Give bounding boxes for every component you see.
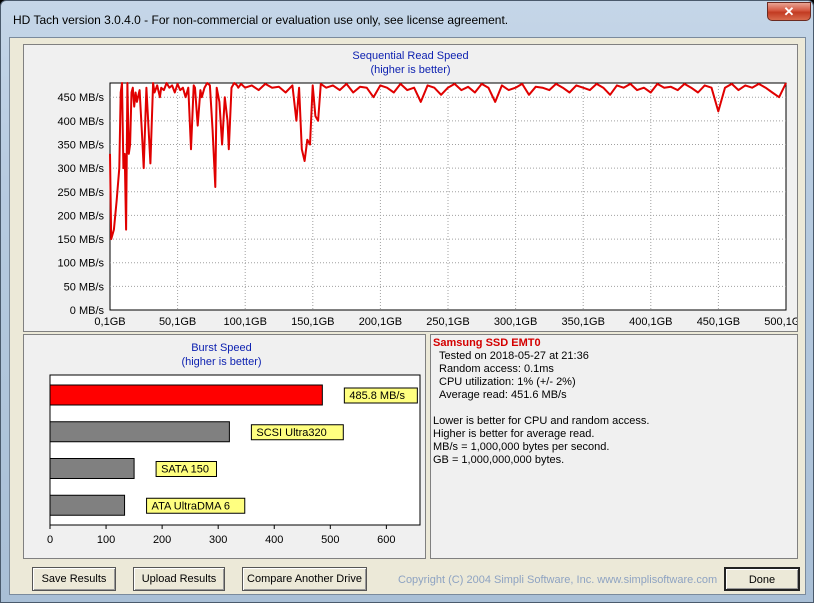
seq-x-tick-label: 100,1GB xyxy=(223,316,266,328)
tested-on-text: Tested on 2018-05-27 at 21:36 xyxy=(439,350,589,362)
average-read-text: Average read: 451.6 MB/s xyxy=(439,389,567,401)
seq-y-tick-label: 200 MB/s xyxy=(58,210,105,222)
burst-x-tick-label: 300 xyxy=(209,534,227,546)
burst-bar xyxy=(49,421,230,443)
window-title: HD Tach version 3.0.4.0 - For non-commer… xyxy=(13,13,509,27)
sequential-read-chart: 0 MB/s50 MB/s100 MB/s150 MB/s200 MB/s250… xyxy=(58,82,797,328)
drive-info-panel: Samsung SSD EMT0 Tested on 2018-05-27 at… xyxy=(430,334,798,559)
note-higher-better: Higher is better for average read. xyxy=(433,428,595,440)
random-access-text: Random access: 0.1ms xyxy=(439,363,554,375)
burst-bar xyxy=(49,384,323,406)
title-bar: HD Tach version 3.0.4.0 - For non-commer… xyxy=(1,1,813,37)
seq-x-tick-label: 150,1GB xyxy=(291,316,334,328)
seq-x-tick-label: 400,1GB xyxy=(629,316,672,328)
seq-y-tick-label: 100 MB/s xyxy=(58,258,105,270)
seq-x-tick-label: 0,1GB xyxy=(94,316,125,328)
seq-y-tick-label: 150 MB/s xyxy=(58,234,105,246)
burst-x-tick-label: 500 xyxy=(321,534,339,546)
seq-x-tick-label: 250,1GB xyxy=(426,316,469,328)
note-mbs-definition: MB/s = 1,000,000 bytes per second. xyxy=(433,441,610,453)
sequential-read-panel: Sequential Read Speed (higher is better)… xyxy=(23,44,798,332)
burst-bar xyxy=(49,458,135,479)
done-button[interactable]: Done xyxy=(724,567,800,591)
seq-y-tick-label: 250 MB/s xyxy=(58,187,105,199)
seq-x-tick-label: 350,1GB xyxy=(561,316,604,328)
app-window: HD Tach version 3.0.4.0 - For non-commer… xyxy=(0,0,814,603)
burst-x-tick-label: 200 xyxy=(153,534,171,546)
seq-x-tick-label: 50,1GB xyxy=(159,316,196,328)
client-area: Sequential Read Speed (higher is better)… xyxy=(9,37,806,595)
burst-x-tick-label: 600 xyxy=(377,534,395,546)
seq-x-tick-label: 300,1GB xyxy=(494,316,537,328)
cpu-utilization-text: CPU utilization: 1% (+/- 2%) xyxy=(439,376,576,388)
seq-x-tick-label: 450,1GB xyxy=(697,316,740,328)
burst-speed-chart: 0 100 200 300 400 500 600 485.8 MB/s SCSI Ultra3… xyxy=(47,374,421,546)
compare-another-drive-button[interactable]: Compare Another Drive xyxy=(242,567,367,591)
seq-x-tick-label: 500,1GB xyxy=(764,316,797,328)
note-gb-definition: GB = 1,000,000,000 bytes. xyxy=(433,454,565,466)
seq-y-tick-label: 50 MB/s xyxy=(64,281,105,293)
burst-x-tick-label: 0 xyxy=(47,534,53,546)
seq-y-tick-label: 350 MB/s xyxy=(58,139,105,151)
seq-x-tick-label: 200,1GB xyxy=(359,316,402,328)
drive-name: Samsung SSD EMT0 xyxy=(433,337,541,349)
seq-y-tick-label: 300 MB/s xyxy=(58,163,105,175)
note-lower-better: Lower is better for CPU and random acces… xyxy=(433,415,650,427)
burst-bar-label: SCSI Ultra320 xyxy=(256,427,326,439)
close-button[interactable]: ✕ xyxy=(767,2,811,21)
copyright-text: Copyright (C) 2004 Simpli Software, Inc.… xyxy=(398,574,718,586)
burst-bar-label: ATA UltraDMA 6 xyxy=(152,500,230,512)
burst-x-tick-label: 400 xyxy=(265,534,283,546)
burst-bar-label: 485.8 MB/s xyxy=(349,390,405,402)
upload-results-button[interactable]: Upload Results xyxy=(133,567,225,591)
burst-bar-label: SATA 150 xyxy=(161,464,209,476)
seq-y-tick-label: 400 MB/s xyxy=(58,116,105,128)
burst-speed-panel: Burst Speed (higher is better) 0 100 200 30… xyxy=(23,334,426,559)
burst-bar xyxy=(49,494,126,516)
seq-y-tick-label: 450 MB/s xyxy=(58,92,105,104)
burst-x-tick-label: 100 xyxy=(97,534,115,546)
save-results-button[interactable]: Save Results xyxy=(32,567,116,591)
